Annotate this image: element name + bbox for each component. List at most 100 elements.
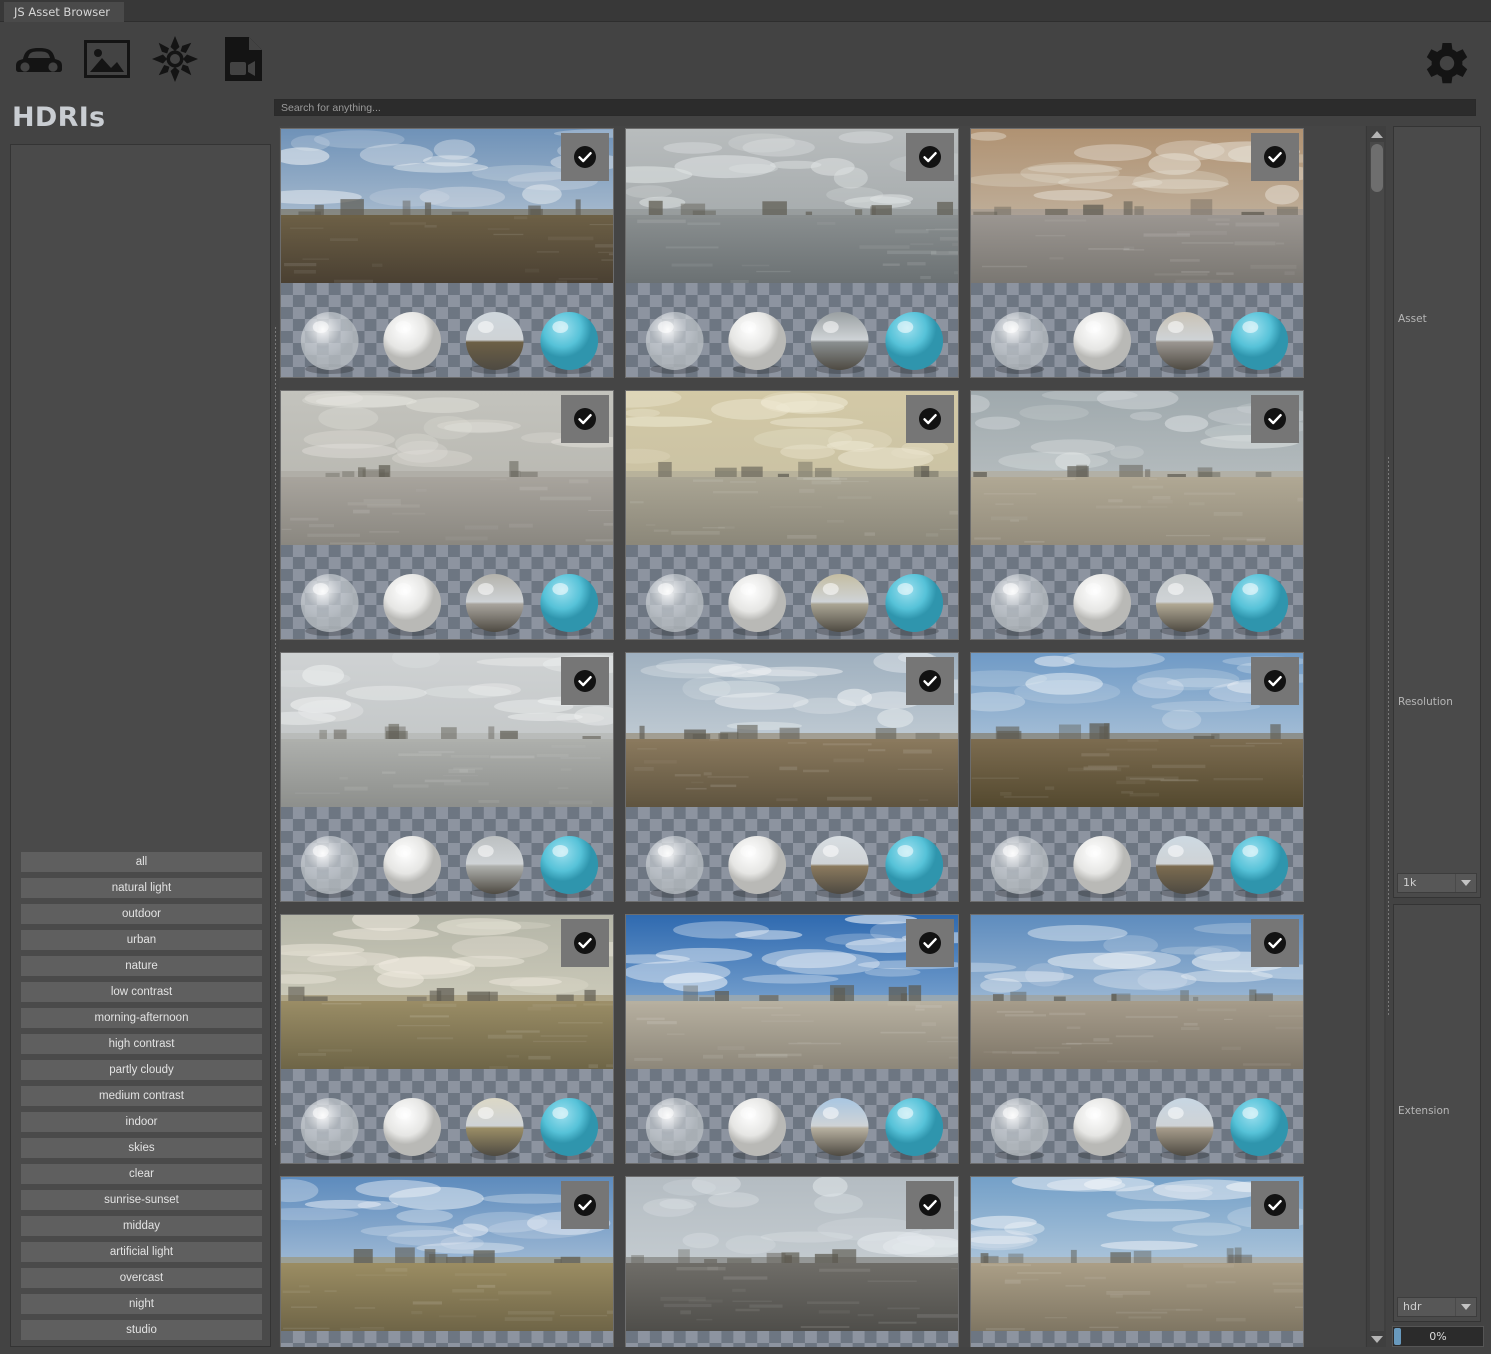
tag-button-nature[interactable]: nature — [21, 956, 262, 976]
tag-button-all[interactable]: all — [21, 852, 262, 872]
category-button-textures[interactable] — [80, 32, 134, 86]
scrollbar-thumb[interactable] — [1371, 144, 1383, 192]
download-progress-bar: 0% — [1392, 1326, 1484, 1347]
toolbar-category-icons — [12, 32, 270, 86]
asset-card[interactable] — [625, 390, 959, 640]
check-circle-icon — [573, 669, 597, 693]
asset-grid-scroll-area[interactable] — [279, 126, 1365, 1347]
asset-card[interactable] — [970, 128, 1304, 378]
material-sphere-preview — [971, 283, 1303, 377]
asset-card[interactable] — [970, 1176, 1304, 1347]
tag-button-sunrise-sunset[interactable]: sunrise-sunset — [21, 1190, 262, 1210]
search-input[interactable] — [274, 99, 1476, 116]
asset-download-check-button[interactable] — [1251, 395, 1299, 443]
tag-button-indoor[interactable]: indoor — [21, 1112, 262, 1132]
asset-download-check-button[interactable] — [906, 657, 954, 705]
tag-button-clear[interactable]: clear — [21, 1164, 262, 1184]
asset-download-check-button[interactable] — [906, 1181, 954, 1229]
asset-card[interactable] — [970, 652, 1304, 902]
asset-card[interactable] — [280, 1176, 614, 1347]
grid-vertical-scrollbar[interactable] — [1366, 126, 1386, 1347]
resolution-dropdown[interactable]: 1k — [1397, 873, 1477, 893]
tag-button-high-contrast[interactable]: high contrast — [21, 1034, 262, 1054]
asset-browser-window: JS Asset Browser HDRIs Search for anythi… — [0, 0, 1491, 1354]
resolution-label: Resolution — [1398, 696, 1453, 708]
asset-grid — [280, 128, 1340, 1347]
tag-button-partly-cloudy[interactable]: partly cloudy — [21, 1060, 262, 1080]
asset-download-check-button[interactable] — [1251, 133, 1299, 181]
resolution-dropdown-arrow[interactable] — [1455, 874, 1476, 892]
category-button-videos[interactable] — [216, 32, 270, 86]
check-circle-icon — [1263, 145, 1287, 169]
material-sphere-preview — [626, 807, 958, 901]
material-sphere-preview — [971, 545, 1303, 639]
settings-button[interactable] — [1421, 40, 1473, 92]
tag-button-artificial-light[interactable]: artificial light — [21, 1242, 262, 1262]
check-circle-icon — [1263, 669, 1287, 693]
tag-button-natural-light[interactable]: natural light — [21, 878, 262, 898]
video-file-icon — [223, 36, 263, 82]
extension-dropdown[interactable]: hdr — [1397, 1297, 1477, 1317]
tag-button-medium-contrast[interactable]: medium contrast — [21, 1086, 262, 1106]
material-sphere-preview — [626, 283, 958, 377]
asset-download-check-button[interactable] — [561, 657, 609, 705]
chevron-up-icon — [1371, 130, 1383, 138]
tab-js-asset-browser[interactable]: JS Asset Browser — [4, 2, 125, 22]
asset-download-check-button[interactable] — [561, 919, 609, 967]
asset-download-check-button[interactable] — [906, 395, 954, 443]
category-button-vehicles[interactable] — [12, 32, 66, 86]
tag-button-urban[interactable]: urban — [21, 930, 262, 950]
asset-card[interactable] — [280, 914, 614, 1164]
material-sphere-preview — [281, 283, 613, 377]
extension-dropdown-arrow[interactable] — [1455, 1298, 1476, 1316]
asset-download-check-button[interactable] — [1251, 919, 1299, 967]
left-splitter-handle[interactable] — [272, 126, 279, 1347]
check-circle-icon — [918, 1193, 942, 1217]
scroll-up-button[interactable] — [1367, 126, 1387, 142]
check-circle-icon — [573, 931, 597, 955]
toolbar — [0, 22, 1491, 96]
progress-text: 0% — [1429, 1330, 1447, 1343]
tag-button-morning-afternoon[interactable]: morning-afternoon — [21, 1008, 262, 1028]
scroll-down-button[interactable] — [1367, 1331, 1387, 1347]
category-button-hdris[interactable] — [148, 32, 202, 86]
extension-value: hdr — [1403, 1300, 1422, 1313]
scrollbar-track[interactable] — [1370, 142, 1384, 1331]
asset-download-check-button[interactable] — [561, 395, 609, 443]
asset-download-check-button[interactable] — [906, 919, 954, 967]
material-sphere-preview — [626, 1331, 958, 1347]
asset-download-check-button[interactable] — [906, 133, 954, 181]
asset-download-check-button[interactable] — [1251, 657, 1299, 705]
material-sphere-preview — [281, 1331, 613, 1347]
asset-label: Asset — [1398, 313, 1427, 325]
car-icon — [16, 43, 62, 75]
asset-card[interactable] — [625, 914, 959, 1164]
check-circle-icon — [918, 145, 942, 169]
material-sphere-preview — [281, 807, 613, 901]
asset-download-check-button[interactable] — [561, 1181, 609, 1229]
tag-button-midday[interactable]: midday — [21, 1216, 262, 1236]
right-splitter-grip-dots — [1388, 456, 1389, 1017]
extension-group: Extension hdr — [1393, 904, 1481, 1322]
asset-card[interactable] — [280, 128, 614, 378]
tag-button-low-contrast[interactable]: low contrast — [21, 982, 262, 1002]
asset-card[interactable] — [625, 1176, 959, 1347]
material-sphere-preview — [971, 1069, 1303, 1163]
tag-button-studio[interactable]: studio — [21, 1320, 262, 1340]
chevron-down-icon — [1461, 880, 1471, 886]
asset-card[interactable] — [280, 652, 614, 902]
image-icon — [84, 40, 130, 78]
asset-card[interactable] — [970, 390, 1304, 640]
tab-bar: JS Asset Browser — [0, 0, 1491, 22]
asset-download-check-button[interactable] — [1251, 1181, 1299, 1229]
asset-download-check-button[interactable] — [561, 133, 609, 181]
tag-button-outdoor[interactable]: outdoor — [21, 904, 262, 924]
tag-button-night[interactable]: night — [21, 1294, 262, 1314]
tag-button-skies[interactable]: skies — [21, 1138, 262, 1158]
asset-card[interactable] — [625, 652, 959, 902]
tag-button-overcast[interactable]: overcast — [21, 1268, 262, 1288]
properties-panel: Asset Resolution 1k Extension hdr — [1392, 126, 1484, 1347]
asset-card[interactable] — [970, 914, 1304, 1164]
asset-card[interactable] — [280, 390, 614, 640]
asset-card[interactable] — [625, 128, 959, 378]
